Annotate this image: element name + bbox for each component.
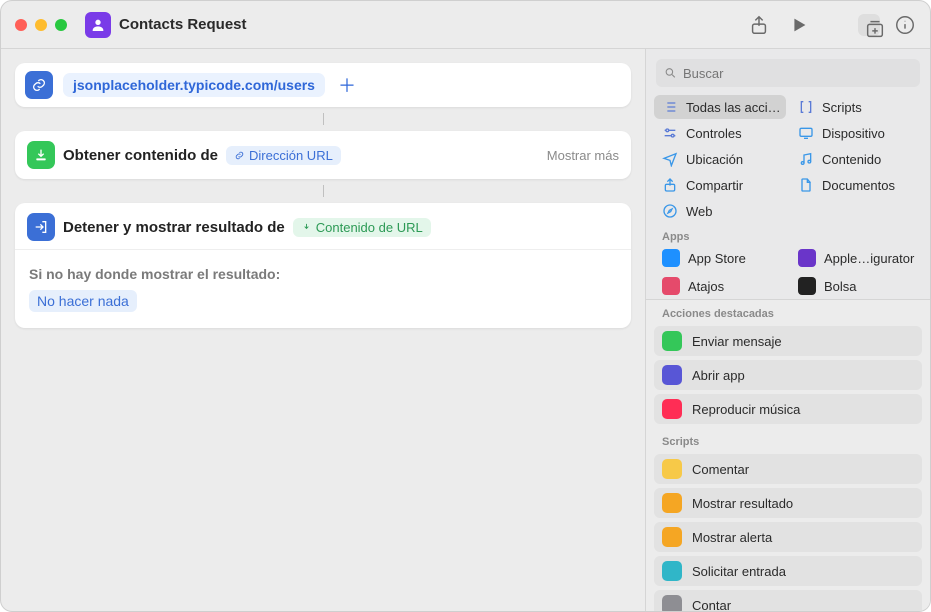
- category-list[interactable]: Todas las acci…: [654, 95, 786, 119]
- share-button[interactable]: [748, 14, 770, 36]
- app-icon: [798, 249, 816, 267]
- download-icon: [27, 141, 55, 169]
- library-action[interactable]: Enviar mensaje: [654, 326, 922, 356]
- if-no-output-label: Si no hay donde mostrar el resultado:: [27, 258, 619, 284]
- shortcut-icon: [85, 12, 111, 38]
- library-action[interactable]: Mostrar resultado: [654, 488, 922, 518]
- minimize-window-button[interactable]: [35, 19, 47, 31]
- category-doc[interactable]: Documentos: [790, 173, 922, 197]
- action-icon: [662, 459, 682, 479]
- location-icon: [662, 151, 678, 167]
- category-location[interactable]: Ubicación: [654, 147, 786, 171]
- category-share[interactable]: Compartir: [654, 173, 786, 197]
- note-icon: [798, 151, 814, 167]
- category-brackets[interactable]: Scripts: [790, 95, 922, 119]
- action-stop-show[interactable]: Detener y mostrar resultado de Contenido…: [15, 203, 631, 328]
- url-value[interactable]: jsonplaceholder.typicode.com/users: [63, 73, 325, 97]
- category-safari[interactable]: Web: [654, 199, 786, 223]
- app-item[interactable]: App Store: [654, 245, 786, 271]
- action-library: Todas las acci…ScriptsControlesDispositi…: [645, 49, 930, 611]
- link-icon: [25, 71, 53, 99]
- shortcut-title: Contacts Request: [119, 16, 247, 33]
- info-button[interactable]: [894, 14, 916, 36]
- apps-header: Apps: [646, 223, 930, 245]
- app-item[interactable]: Apple…igurator: [790, 245, 922, 271]
- library-action[interactable]: Solicitar entrada: [654, 556, 922, 586]
- action-icon: [662, 493, 682, 513]
- connector: [323, 185, 324, 197]
- action-icon: [662, 365, 682, 385]
- app-icon: [662, 249, 680, 267]
- run-button[interactable]: [788, 14, 810, 36]
- app-item[interactable]: Atajos: [654, 273, 786, 299]
- action-icon: [662, 527, 682, 547]
- search-field[interactable]: [656, 59, 920, 87]
- list-icon: [662, 99, 678, 115]
- add-url-button[interactable]: ＋: [335, 73, 359, 97]
- do-nothing-option[interactable]: No hacer nada: [29, 290, 137, 312]
- action-title: Obtener contenido de: [63, 147, 218, 164]
- search-icon: [664, 66, 677, 80]
- safari-icon: [662, 203, 678, 219]
- library-action[interactable]: Comentar: [654, 454, 922, 484]
- action-icon: [662, 595, 682, 611]
- zoom-window-button[interactable]: [55, 19, 67, 31]
- app-item[interactable]: Bolsa: [790, 273, 922, 299]
- doc-icon: [798, 177, 814, 193]
- share-icon: [662, 177, 678, 193]
- exit-icon: [27, 213, 55, 241]
- workflow-canvas[interactable]: jsonplaceholder.typicode.com/users ＋ Obt…: [1, 49, 645, 611]
- action-title: Detener y mostrar resultado de: [63, 219, 285, 236]
- window-controls: [15, 19, 67, 31]
- category-note[interactable]: Contenido: [790, 147, 922, 171]
- library-button[interactable]: [858, 14, 880, 36]
- library-action[interactable]: Abrir app: [654, 360, 922, 390]
- content-token[interactable]: Contenido de URL: [293, 218, 431, 237]
- library-action[interactable]: Contar: [654, 590, 922, 611]
- action-icon: [662, 331, 682, 351]
- scripts-header: Scripts: [646, 428, 930, 450]
- category-sliders[interactable]: Controles: [654, 121, 786, 145]
- sliders-icon: [662, 125, 678, 141]
- app-icon: [662, 277, 680, 295]
- titlebar: Contacts Request: [1, 1, 930, 49]
- show-more-button[interactable]: Mostrar más: [547, 148, 619, 163]
- featured-header: Acciones destacadas: [646, 300, 930, 322]
- shortcuts-window: Contacts Request: [0, 0, 931, 612]
- action-suggestions: Acciones destacadas Enviar mensaje Abrir …: [646, 299, 930, 611]
- library-action[interactable]: Reproducir música: [654, 394, 922, 424]
- category-display[interactable]: Dispositivo: [790, 121, 922, 145]
- search-input[interactable]: [683, 66, 912, 81]
- display-icon: [798, 125, 814, 141]
- close-window-button[interactable]: [15, 19, 27, 31]
- action-url[interactable]: jsonplaceholder.typicode.com/users ＋: [15, 63, 631, 107]
- connector: [323, 113, 324, 125]
- library-action[interactable]: Mostrar alerta: [654, 522, 922, 552]
- action-get-contents[interactable]: Obtener contenido de Dirección URL Mostr…: [15, 131, 631, 179]
- action-icon: [662, 561, 682, 581]
- brackets-icon: [798, 99, 814, 115]
- app-icon: [798, 277, 816, 295]
- action-icon: [662, 399, 682, 419]
- url-token[interactable]: Dirección URL: [226, 146, 341, 165]
